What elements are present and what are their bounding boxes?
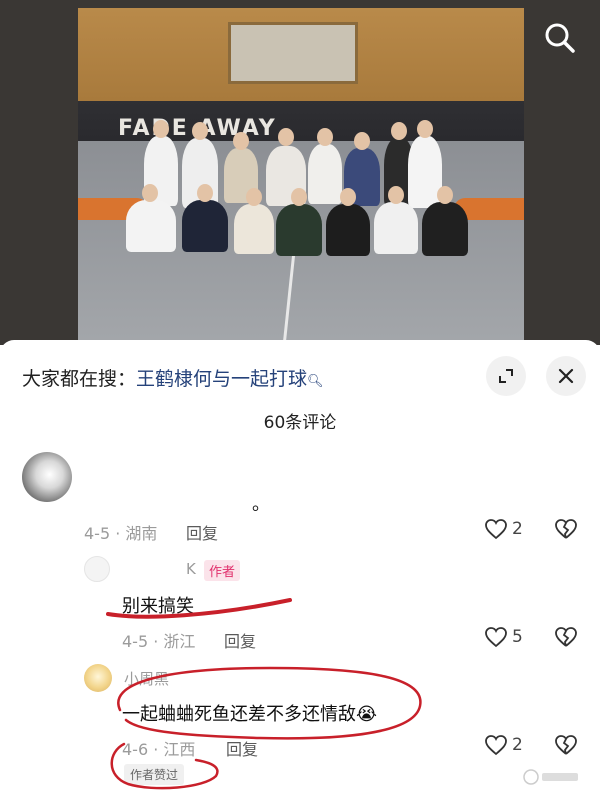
like-count: 2: [512, 519, 523, 539]
person-head: [233, 132, 249, 150]
close-icon: [558, 368, 574, 384]
person: [308, 144, 342, 204]
person: [182, 200, 228, 252]
reply-button[interactable]: 回复: [226, 736, 258, 760]
court-line: [283, 248, 296, 340]
person-head: [388, 186, 404, 204]
comment-text: 一起蛐蛐死鱼还差不多还情敌😭: [122, 704, 378, 725]
post-photo[interactable]: FADE AWAY: [78, 8, 524, 340]
person-head: [354, 132, 370, 150]
person-head: [278, 128, 294, 146]
person: [326, 204, 370, 256]
avatar[interactable]: [22, 452, 72, 502]
comment-text: 。: [252, 494, 270, 515]
person-head: [340, 188, 356, 206]
person-head: [437, 186, 453, 204]
dislike-button[interactable]: [554, 626, 578, 652]
post-image-area: FADE AWAY: [0, 0, 600, 345]
author-tag: 作者: [204, 560, 241, 581]
search-suggestion[interactable]: 大家都在搜：王鹤棣何与一起打球🔍︎: [22, 364, 324, 391]
watermark-logo: [523, 769, 578, 785]
search-suggestion-keyword[interactable]: 王鹤棣何与一起打球: [136, 368, 307, 390]
person-head: [317, 128, 333, 146]
person: [374, 202, 418, 254]
broken-heart-icon: [555, 519, 577, 539]
close-button[interactable]: [546, 356, 586, 396]
comment-meta: 4-5 · 浙江: [122, 632, 196, 651]
person-head: [391, 122, 407, 140]
broken-heart-icon: [555, 627, 577, 647]
minimize-button[interactable]: [486, 356, 526, 396]
comment-username[interactable]: K: [186, 560, 196, 578]
like-button[interactable]: 2: [484, 734, 523, 756]
person-head: [192, 122, 208, 140]
person-head: [197, 184, 213, 202]
person-head: [153, 120, 169, 138]
heart-icon: [485, 735, 507, 756]
red-circle-annotation: [110, 742, 219, 790]
person-head: [246, 188, 262, 206]
heart-icon: [485, 627, 507, 648]
like-button[interactable]: 5: [484, 626, 523, 648]
red-underline-annotation: [106, 598, 292, 619]
person-head: [142, 184, 158, 202]
like-count: 5: [512, 627, 523, 647]
minimize-icon: [499, 369, 513, 383]
avatar[interactable]: [84, 556, 110, 582]
search-suggestion-prefix: 大家都在搜：: [22, 368, 137, 390]
heart-icon: [485, 519, 507, 540]
dislike-button[interactable]: [554, 518, 578, 544]
reply-button[interactable]: 回复: [186, 520, 218, 544]
person: [276, 204, 322, 256]
reply-button[interactable]: 回复: [224, 628, 256, 652]
person-head: [291, 188, 307, 206]
person: [234, 204, 274, 254]
person: [422, 202, 468, 256]
photo-window: [228, 22, 358, 84]
broken-heart-icon: [555, 735, 577, 755]
comment-meta: 4-5 · 湖南: [84, 524, 158, 543]
search-icon: [545, 23, 575, 53]
comment-count: 60条评论: [263, 413, 337, 433]
search-small-icon: 🔍︎: [307, 374, 324, 389]
search-button[interactable]: [540, 18, 580, 58]
dislike-button[interactable]: [554, 734, 578, 760]
person-head: [417, 120, 433, 138]
comment-sheet: 大家都在搜：王鹤棣何与一起打球🔍︎ 60条评论 。 4-5 · 湖南 回复 2 …: [0, 340, 600, 796]
like-button[interactable]: 2: [484, 518, 523, 540]
person: [126, 200, 176, 252]
like-count: 2: [512, 735, 523, 755]
